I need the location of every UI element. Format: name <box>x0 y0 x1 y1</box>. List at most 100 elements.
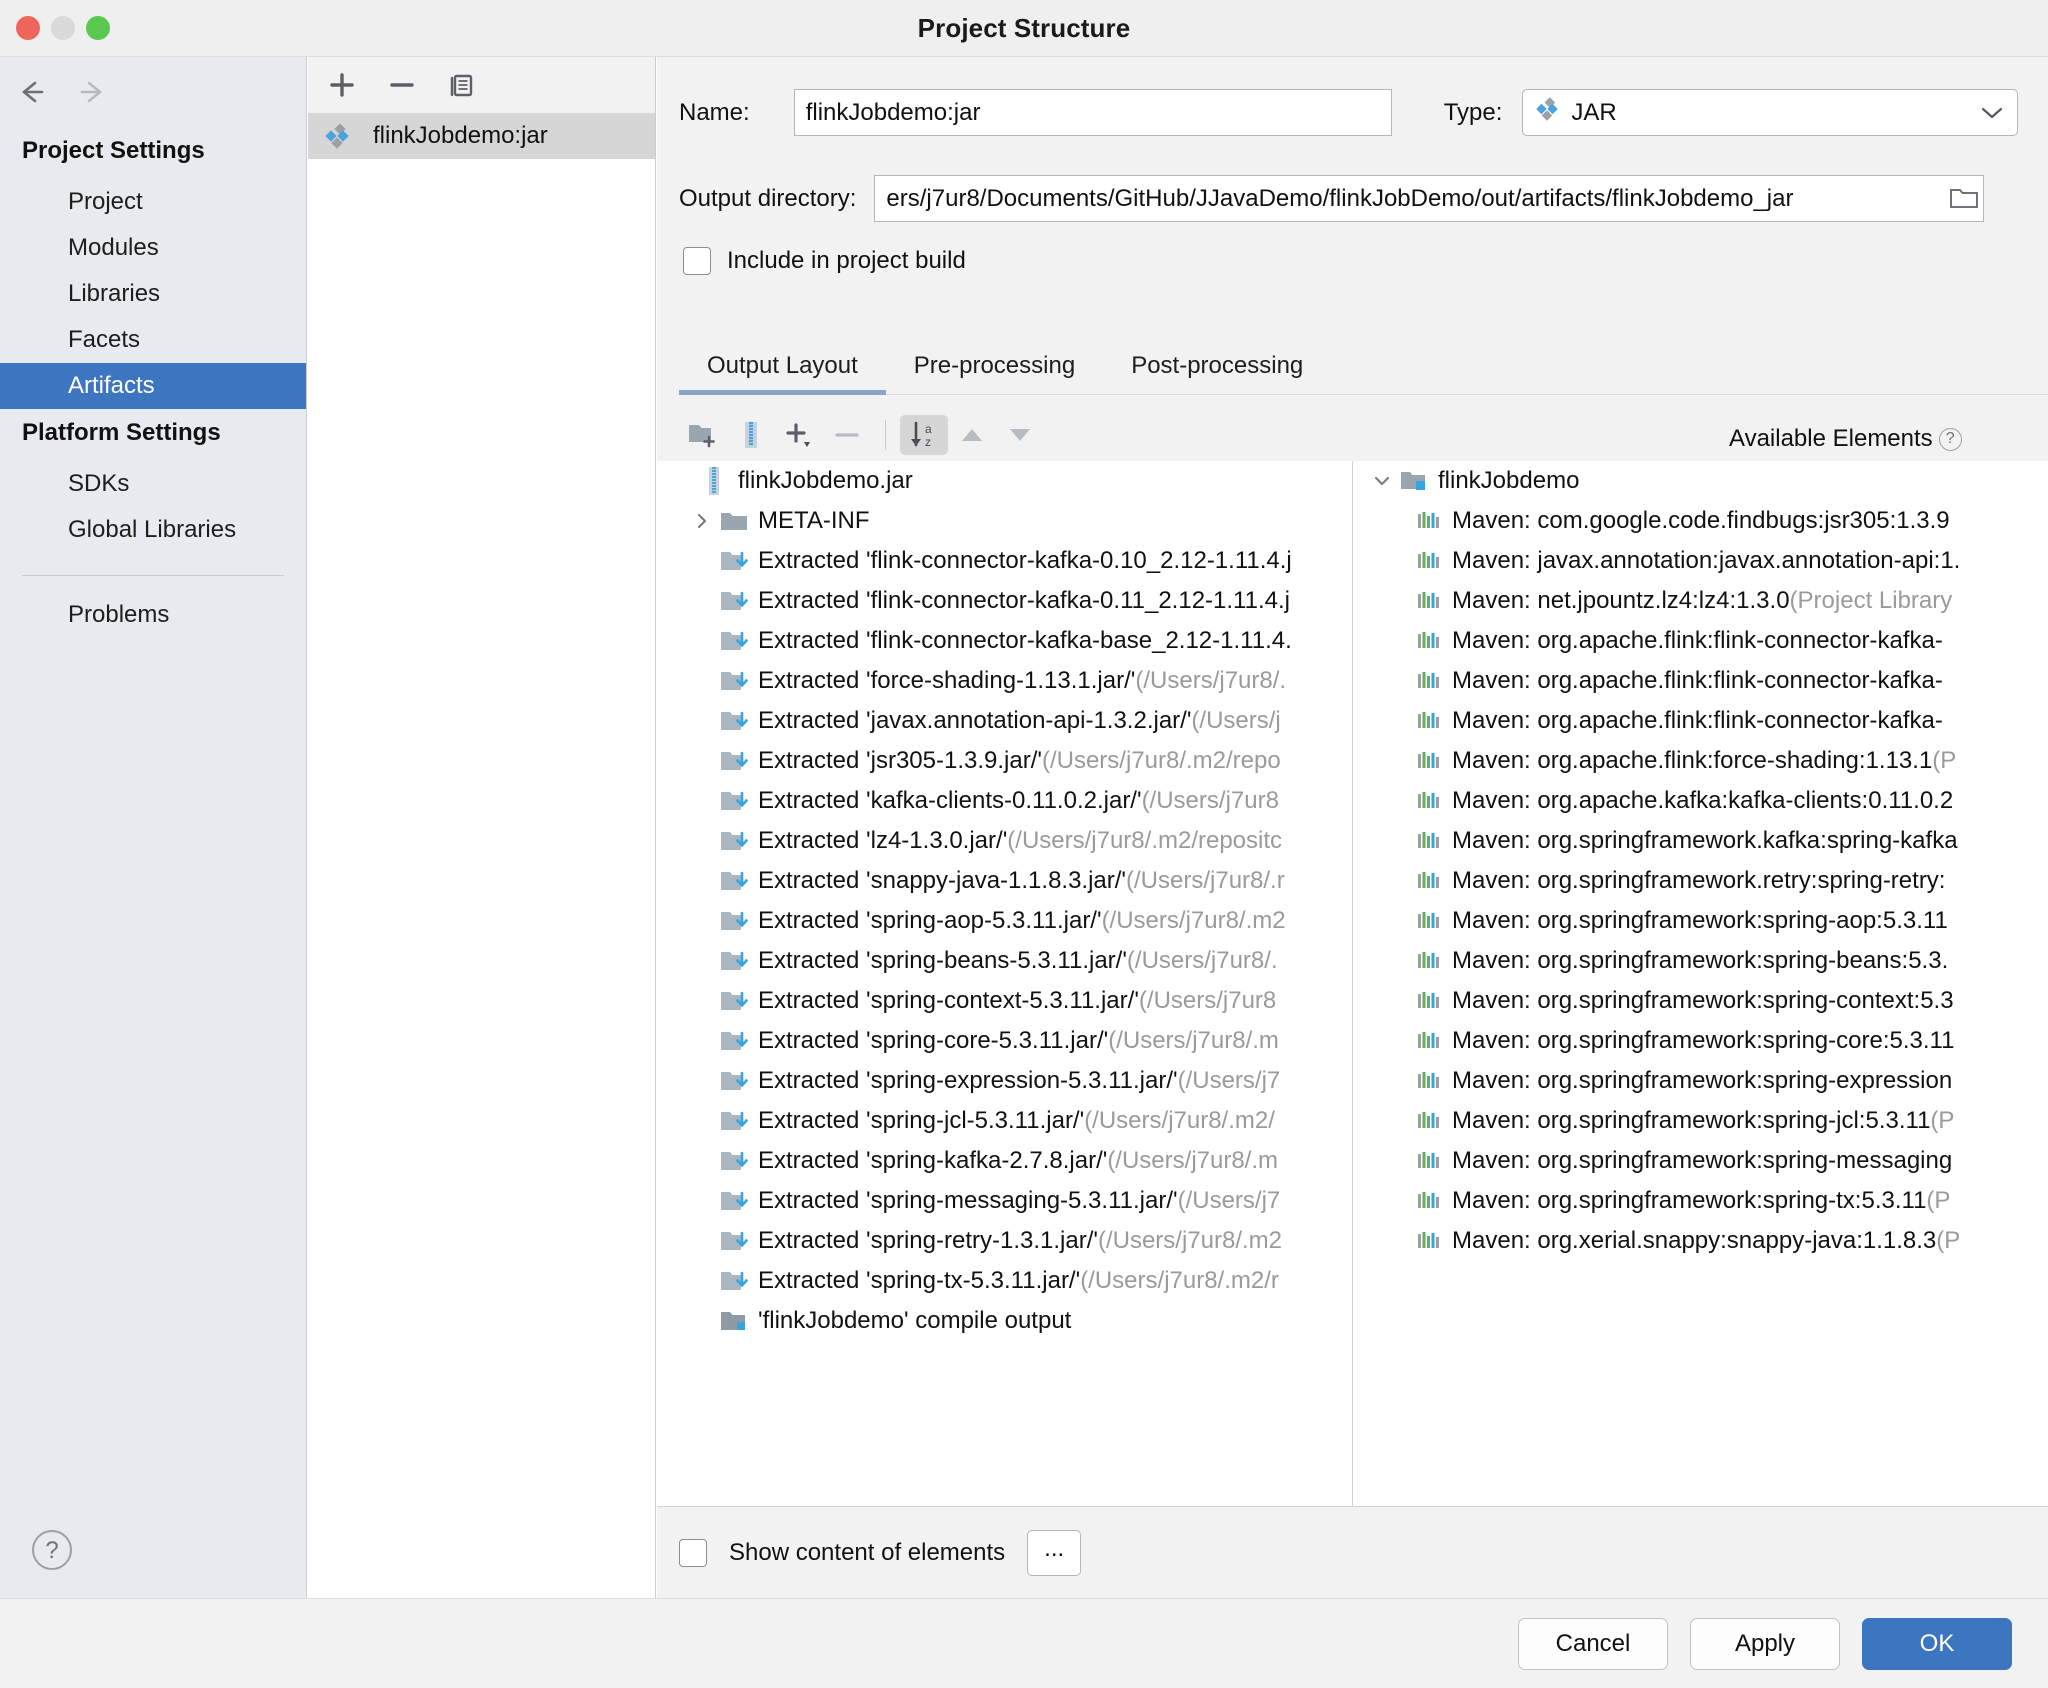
available-elements-root-row[interactable]: flinkJobdemo <box>1353 461 2048 501</box>
output-layout-tree-row[interactable]: Extracted 'spring-jcl-5.3.11.jar/' (/Use… <box>657 1101 1352 1141</box>
maven-icon <box>1413 870 1443 892</box>
remove-artifact-button[interactable] <box>386 69 418 101</box>
extracted-icon <box>719 869 749 893</box>
output-layout-tree-row[interactable]: flinkJobdemo.jar <box>657 461 1352 501</box>
available-elements-row[interactable]: Maven: com.google.code.findbugs:jsr305:1… <box>1353 501 2048 541</box>
chevron-down-icon <box>1981 99 2003 127</box>
available-elements-row[interactable]: Maven: org.apache.flink:force-shading:1.… <box>1353 741 2048 781</box>
tab-post-processing[interactable]: Post-processing <box>1103 352 1331 394</box>
sidebar-item-libraries[interactable]: Libraries <box>0 271 306 317</box>
chevron-down-icon[interactable] <box>1365 471 1399 491</box>
output-layout-tree[interactable]: flinkJobdemo.jar META-INF Extracted 'flink… <box>657 461 1353 1506</box>
sidebar-item-project[interactable]: Project <box>0 179 306 225</box>
artifact-icon <box>322 122 352 150</box>
output-layout-tree-row[interactable]: Extracted 'spring-aop-5.3.11.jar/' (/Use… <box>657 901 1352 941</box>
sidebar-item-artifacts[interactable]: Artifacts <box>0 363 306 409</box>
output-layout-tree-row[interactable]: Extracted 'kafka-clients-0.11.0.2.jar/' … <box>657 781 1352 821</box>
back-arrow-icon[interactable] <box>14 75 48 109</box>
available-elements-row[interactable]: Maven: org.apache.kafka:kafka-clients:0.… <box>1353 781 2048 821</box>
available-elements-row[interactable]: Maven: org.springframework:spring-tx:5.3… <box>1353 1181 2048 1221</box>
chevron-right-icon[interactable] <box>685 511 719 531</box>
output-layout-tree-row[interactable]: Extracted 'lz4-1.3.0.jar/' (/Users/j7ur8… <box>657 821 1352 861</box>
output-directory-input[interactable]: ers/j7ur8/Documents/GitHub/JJavaDemo/fli… <box>874 175 1985 222</box>
output-directory-label: Output directory: <box>679 184 857 212</box>
extracted-icon <box>719 709 749 733</box>
add-artifact-button[interactable] <box>326 69 358 101</box>
maven-icon <box>1413 990 1443 1012</box>
extracted-icon <box>719 629 749 653</box>
maven-icon <box>1413 510 1443 532</box>
output-layout-tree-row-path: (/Users/j7ur8/.m2/r <box>1080 1267 1279 1294</box>
output-layout-tree-row-label: Extracted 'spring-kafka-2.7.8.jar/' <box>758 1147 1108 1174</box>
output-layout-tree-row[interactable]: Extracted 'spring-expression-5.3.11.jar/… <box>657 1061 1352 1101</box>
apply-button[interactable]: Apply <box>1690 1617 1840 1670</box>
output-layout-tree-row[interactable]: Extracted 'spring-core-5.3.11.jar/' (/Us… <box>657 1021 1352 1061</box>
available-elements-row[interactable]: Maven: org.apache.flink:flink-connector-… <box>1353 661 2048 701</box>
browse-folder-icon[interactable] <box>1949 185 1979 216</box>
available-elements-row[interactable]: Maven: org.xerial.snappy:snappy-java:1.1… <box>1353 1221 2048 1261</box>
folder-icon <box>719 509 749 533</box>
output-layout-tree-row[interactable]: Extracted 'spring-messaging-5.3.11.jar/'… <box>657 1181 1352 1221</box>
available-elements-row[interactable]: Maven: org.apache.flink:flink-connector-… <box>1353 701 2048 741</box>
available-elements-row[interactable]: Maven: org.springframework:spring-beans:… <box>1353 941 2048 981</box>
cancel-button[interactable]: Cancel <box>1518 1617 1668 1670</box>
output-layout-tree-row[interactable]: Extracted 'spring-context-5.3.11.jar/' (… <box>657 981 1352 1021</box>
available-elements-row[interactable]: Maven: org.springframework.retry:spring-… <box>1353 861 2048 901</box>
extracted-icon <box>719 1109 749 1133</box>
output-layout-tree-row-label: Extracted 'force-shading-1.13.1.jar/' <box>758 667 1136 694</box>
available-elements-row[interactable]: Maven: org.springframework:spring-contex… <box>1353 981 2048 1021</box>
output-layout-tree-row[interactable]: Extracted 'flink-connector-kafka-base_2.… <box>657 621 1352 661</box>
available-elements-row-label: Maven: org.apache.flink:flink-connector-… <box>1452 667 1943 694</box>
sidebar-item-problems[interactable]: Problems <box>0 592 306 638</box>
available-elements-row[interactable]: Maven: org.springframework:spring-aop:5.… <box>1353 901 2048 941</box>
include-in-project-build-checkbox[interactable] <box>683 247 711 275</box>
output-layout-tree-row[interactable]: Extracted 'spring-beans-5.3.11.jar/' (/U… <box>657 941 1352 981</box>
output-layout-tree-row[interactable]: Extracted 'spring-retry-1.3.1.jar/' (/Us… <box>657 1221 1352 1261</box>
available-elements-row[interactable]: Maven: org.springframework:spring-messag… <box>1353 1141 2048 1181</box>
help-icon[interactable]: ? <box>32 1530 72 1570</box>
sidebar-item-modules[interactable]: Modules <box>0 225 306 271</box>
output-layout-tree-row-label: flinkJobdemo.jar <box>738 467 913 494</box>
output-layout-tree-row[interactable]: Extracted 'jsr305-1.3.9.jar/' (/Users/j7… <box>657 741 1352 781</box>
output-layout-tree-row[interactable]: Extracted 'spring-tx-5.3.11.jar/' (/User… <box>657 1261 1352 1301</box>
name-input[interactable]: flinkJobdemo:jar <box>793 89 1392 136</box>
show-content-of-elements-checkbox[interactable] <box>679 1538 707 1567</box>
help-question-icon[interactable]: ? <box>1938 427 1962 451</box>
output-layout-tree-row[interactable]: Extracted 'flink-connector-kafka-0.10_2.… <box>657 541 1352 581</box>
available-elements-tree[interactable]: flinkJobdemo Maven: com.google.code.findb… <box>1353 461 2048 1506</box>
output-layout-tree-row[interactable]: Extracted 'snappy-java-1.1.8.3.jar/' (/U… <box>657 861 1352 901</box>
sidebar-item-global-libraries[interactable]: Global Libraries <box>0 507 306 553</box>
output-layout-tree-row-label: Extracted 'flink-connector-kafka-0.10_2.… <box>758 547 1292 574</box>
artifact-list-item-label: flinkJobdemo:jar <box>373 122 548 149</box>
ok-button[interactable]: OK <box>1862 1617 2012 1670</box>
type-select[interactable]: JAR <box>1522 89 2019 136</box>
available-elements-row[interactable]: Maven: org.springframework.kafka:spring-… <box>1353 821 2048 861</box>
artifact-list-toolbar <box>308 57 655 113</box>
tab-pre-processing[interactable]: Pre-processing <box>886 352 1103 394</box>
output-layout-tree-row[interactable]: Extracted 'flink-connector-kafka-0.11_2.… <box>657 581 1352 621</box>
output-layout-tree-row-label: Extracted 'spring-aop-5.3.11.jar/' <box>758 907 1102 934</box>
available-elements-row[interactable]: Maven: org.springframework:spring-expres… <box>1353 1061 2048 1101</box>
available-elements-row-scope: (P <box>1936 1227 1961 1254</box>
available-elements-row[interactable]: Maven: org.springframework:spring-core:5… <box>1353 1021 2048 1061</box>
available-elements-row[interactable]: Maven: net.jpountz.lz4:lz4:1.3.0 (Projec… <box>1353 581 2048 621</box>
output-layout-tree-row[interactable]: Extracted 'javax.annotation-api-1.3.2.ja… <box>657 701 1352 741</box>
output-layout-tree-row[interactable]: Extracted 'force-shading-1.13.1.jar/' (/… <box>657 661 1352 701</box>
include-in-project-build-row[interactable]: Include in project build <box>683 247 966 275</box>
output-layout-tree-row[interactable]: META-INF <box>657 501 1352 541</box>
more-options-button[interactable]: ... <box>1027 1529 1082 1576</box>
maven-icon <box>1413 1070 1443 1092</box>
available-elements-row[interactable]: Maven: org.springframework:spring-jcl:5.… <box>1353 1101 2048 1141</box>
forward-arrow-icon[interactable] <box>76 75 110 109</box>
name-label: Name: <box>679 98 750 126</box>
tab-output-layout[interactable]: Output Layout <box>679 352 886 395</box>
output-layout-tree-row[interactable]: 'flinkJobdemo' compile output <box>657 1301 1352 1341</box>
output-layout-tree-row[interactable]: Extracted 'spring-kafka-2.7.8.jar/' (/Us… <box>657 1141 1352 1181</box>
available-elements-row[interactable]: Maven: org.apache.flink:flink-connector-… <box>1353 621 2048 661</box>
sidebar-item-sdks[interactable]: SDKs <box>0 461 306 507</box>
extracted-icon <box>719 1029 749 1053</box>
artifact-list-item[interactable]: flinkJobdemo:jar <box>308 113 655 159</box>
available-elements-row[interactable]: Maven: javax.annotation:javax.annotation… <box>1353 541 2048 581</box>
copy-artifact-button[interactable] <box>446 69 478 101</box>
sidebar-item-facets[interactable]: Facets <box>0 317 306 363</box>
